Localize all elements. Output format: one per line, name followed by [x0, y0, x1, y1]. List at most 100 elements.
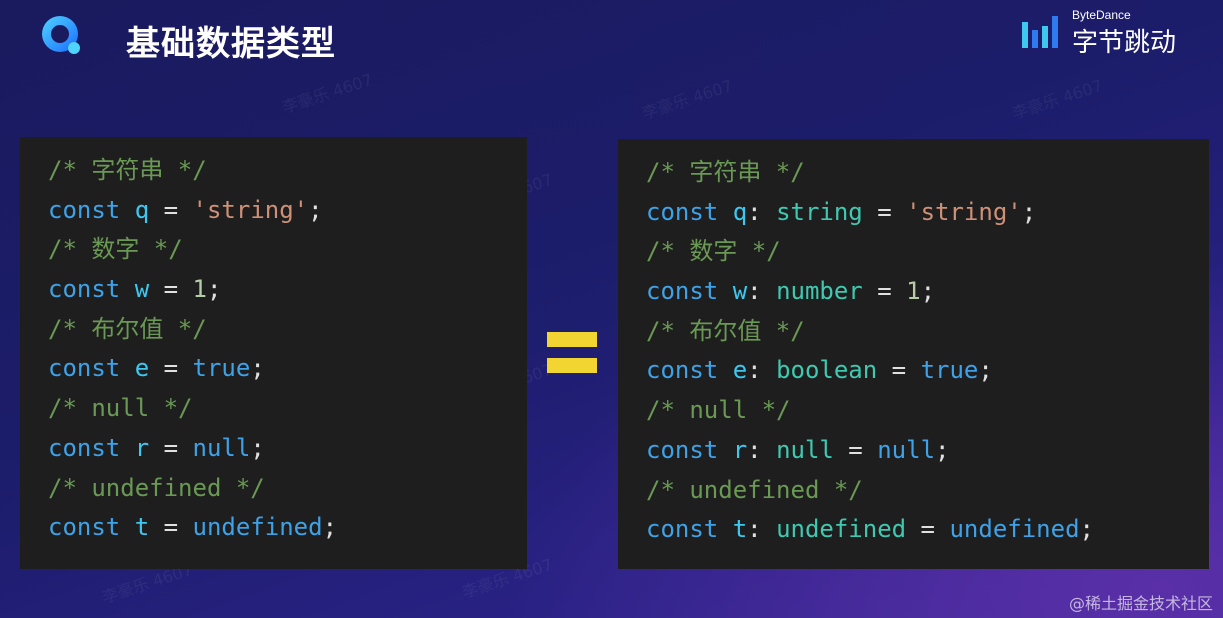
code-token-comment: /* null */ — [646, 396, 791, 425]
code-token-op — [718, 436, 732, 464]
code-line: /* 字符串 */ — [646, 153, 1209, 193]
code-token-op — [718, 515, 732, 543]
code-token-var: t — [134, 513, 150, 542]
code-line: const e = true; — [48, 349, 527, 389]
code-token-keyword: const — [48, 433, 121, 462]
code-token-var: r — [732, 435, 748, 464]
code-token-comment: /* 字符串 */ — [48, 156, 207, 184]
code-token-keyword: const — [48, 513, 121, 542]
code-token-literal: undefined — [949, 515, 1080, 544]
code-token-var: r — [134, 433, 150, 462]
code-token-op: = — [149, 275, 193, 304]
code-token-keyword: const — [646, 277, 719, 306]
brand-chinese: 字节跳动 — [1072, 28, 1177, 58]
code-token-punct: ; — [206, 275, 222, 304]
code-token-var: e — [732, 356, 748, 385]
code-token-comment: /* 字符串 */ — [646, 158, 805, 186]
code-line: const r: null = null; — [646, 431, 1209, 471]
code-line: const e: boolean = true; — [646, 351, 1209, 391]
code-token-var: e — [134, 354, 150, 383]
code-token-var: w — [134, 275, 150, 304]
code-token-keyword: const — [646, 197, 719, 226]
code-line: /* 布尔值 */ — [646, 312, 1209, 352]
code-token-literal: null — [877, 435, 936, 464]
code-token-number: 1 — [906, 277, 921, 306]
bytedance-brand: ByteDance 字节跳动 — [1022, 8, 1192, 58]
code-line: const w = 1; — [48, 270, 527, 310]
code-token-punct: : — [747, 515, 777, 544]
code-line: /* 字符串 */ — [48, 151, 527, 191]
code-token-literal: true — [192, 354, 251, 383]
code-token-comment: /* null */ — [48, 394, 193, 423]
code-token-op: = — [833, 435, 878, 464]
code-line: const q = 'string'; — [48, 191, 527, 231]
code-token-comment: /* 布尔值 */ — [646, 316, 805, 345]
code-line: const t: undefined = undefined; — [646, 510, 1209, 550]
typescript-code-block: /* 字符串 */ const q: string = 'string'; /* 数… — [618, 139, 1209, 569]
code-token-var: q — [732, 197, 748, 226]
code-token-type: null — [776, 435, 834, 464]
code-token-op: = — [906, 515, 950, 544]
code-token-op — [718, 356, 732, 384]
code-token-keyword: const — [48, 275, 121, 304]
code-token-punct: ; — [978, 356, 993, 385]
page-title: 基础数据类型 — [126, 24, 336, 64]
equals-bar-bottom — [547, 358, 597, 373]
code-token-comment: /* undefined */ — [48, 473, 265, 502]
code-line: const w: number = 1; — [646, 272, 1209, 312]
code-token-punct: : — [747, 435, 777, 464]
code-token-op: = — [149, 513, 193, 542]
code-line: const r = null; — [48, 429, 527, 469]
code-token-punct: : — [747, 356, 777, 385]
code-token-punct: : — [747, 277, 777, 306]
code-token-type: string — [776, 197, 863, 226]
code-token-var: t — [732, 515, 748, 544]
code-token-op — [120, 513, 134, 541]
code-token-literal: undefined — [192, 513, 323, 542]
code-token-op: = — [862, 197, 907, 226]
code-token-string: 'string' — [906, 197, 1022, 226]
code-token-punct: ; — [322, 513, 338, 542]
code-line: const q: string = 'string'; — [646, 193, 1209, 233]
app-logo-icon — [42, 16, 80, 54]
code-token-op — [120, 354, 134, 382]
code-token-op — [718, 198, 732, 226]
equals-icon — [547, 332, 597, 374]
watermark: 李豪乐 4607 — [1009, 75, 1105, 123]
code-token-op — [120, 196, 134, 224]
code-token-type: undefined — [776, 515, 907, 544]
code-token-op: = — [862, 277, 907, 306]
footer-credit: @稀土掘金技术社区 — [1068, 594, 1213, 613]
equals-bar-top — [547, 332, 597, 347]
code-token-keyword: const — [48, 354, 121, 383]
javascript-code-block: /* 字符串 */ const q = 'string'; /* 数字 */ cons… — [20, 137, 527, 569]
code-token-keyword: const — [646, 356, 719, 385]
bytedance-bars-icon — [1022, 16, 1058, 48]
watermark: 李豪乐 4607 — [639, 75, 735, 123]
code-line: /* 数字 */ — [646, 232, 1209, 272]
code-token-comment: /* 数字 */ — [646, 237, 781, 266]
code-token-op — [718, 277, 732, 305]
code-token-op — [120, 434, 134, 462]
code-token-comment: /* 布尔值 */ — [48, 314, 207, 343]
brand-english: ByteDance — [1072, 8, 1131, 22]
watermark: 李豪乐 4607 — [279, 69, 375, 117]
code-line: /* 数字 */ — [48, 230, 527, 270]
code-token-punct: : — [747, 197, 777, 226]
code-token-type: number — [776, 277, 863, 306]
code-token-literal: true — [920, 356, 979, 385]
code-token-punct: ; — [1021, 197, 1037, 226]
code-token-number: 1 — [192, 275, 207, 304]
code-token-string: 'string' — [192, 195, 309, 224]
code-token-type: boolean — [776, 356, 878, 385]
code-token-punct: ; — [1079, 515, 1094, 544]
code-token-comment: /* undefined */ — [646, 475, 863, 504]
code-token-op: = — [149, 354, 193, 383]
code-line: /* undefined */ — [646, 471, 1209, 511]
code-token-var: w — [732, 277, 748, 306]
code-token-punct: ; — [250, 433, 265, 462]
code-token-op: = — [149, 195, 193, 224]
code-token-punct: ; — [250, 354, 265, 383]
code-line: /* null */ — [48, 389, 527, 429]
code-line: /* 布尔值 */ — [48, 310, 527, 350]
